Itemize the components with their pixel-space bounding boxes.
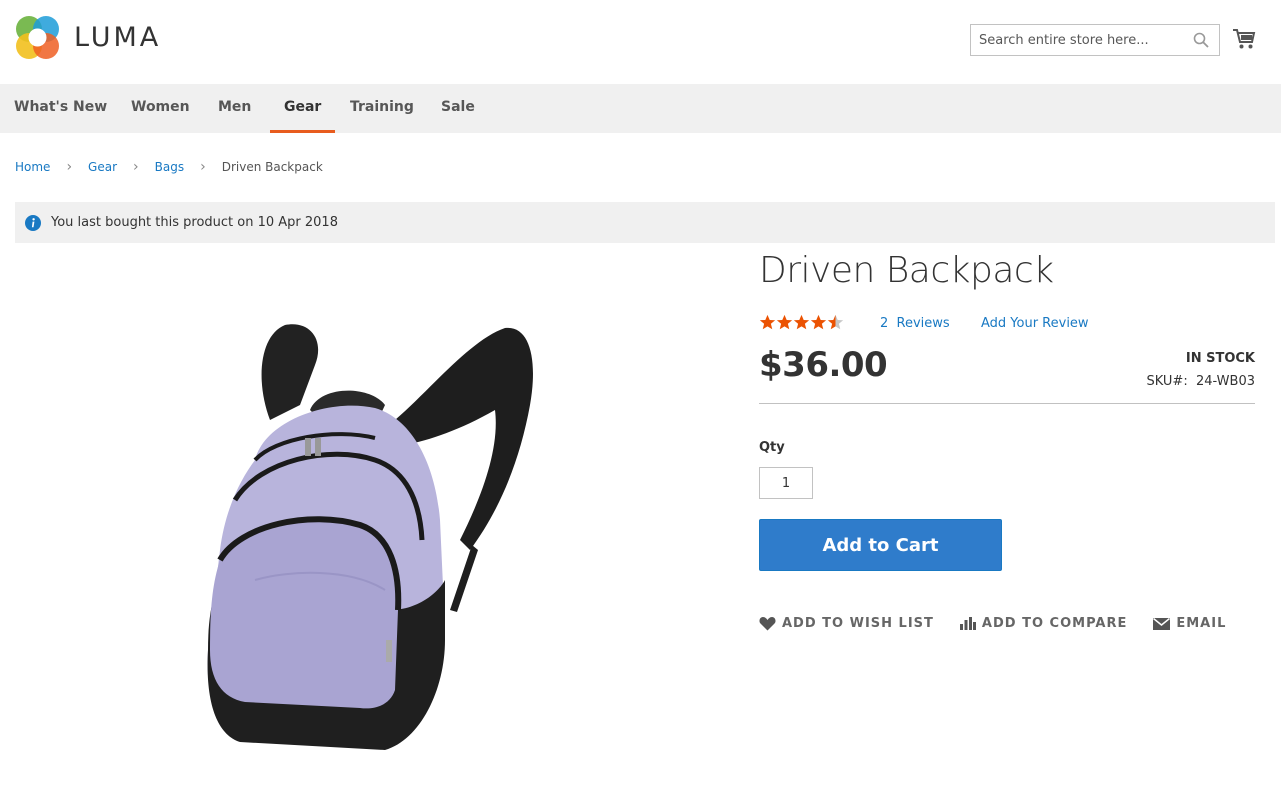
nav-item-whats-new[interactable]: What's New: [0, 84, 121, 133]
luma-logo[interactable]: LUMA: [15, 15, 161, 60]
reviews-link[interactable]: 2 Reviews: [880, 316, 950, 331]
email-link[interactable]: EMAIL: [1153, 616, 1226, 631]
add-to-compare-label: ADD TO COMPARE: [981, 616, 1128, 631]
heart-icon: [759, 617, 776, 631]
search-box: [970, 24, 1220, 56]
nav-item-women[interactable]: Women: [117, 84, 204, 133]
search-icon[interactable]: [1193, 32, 1209, 48]
divider: [759, 403, 1255, 404]
chevron-right-icon: ›: [66, 159, 73, 175]
add-to-wishlist-link[interactable]: ADD TO WISH LIST: [759, 616, 934, 631]
star-icon: [776, 314, 793, 330]
stock-status: IN STOCK: [1185, 351, 1255, 366]
add-to-cart-button[interactable]: Add to Cart: [759, 519, 1002, 571]
chevron-right-icon: ›: [200, 159, 206, 175]
qty-label: Qty: [759, 440, 785, 455]
qty-input[interactable]: [759, 467, 813, 499]
rating-stars: [759, 314, 844, 331]
star-icon: [759, 314, 776, 330]
nav-item-sale[interactable]: Sale: [427, 84, 489, 133]
logo-text: LUMA: [74, 22, 162, 53]
sku-value: 24-WB03: [1195, 374, 1255, 389]
luma-logo-icon: [16, 16, 59, 59]
rating-summary: [759, 314, 844, 331]
breadcrumb: Home › Gear › Bags › Driven Backpack: [15, 159, 323, 175]
add-review-link[interactable]: Add Your Review: [981, 316, 1089, 331]
add-to-compare-link[interactable]: ADD TO COMPARE: [959, 616, 1128, 631]
star-icon: [793, 314, 810, 330]
product-image-backpack[interactable]: [160, 310, 580, 760]
star-half-icon: [827, 314, 844, 330]
product-actions: ADD TO WISH LIST ADD TO COMPARE EMAIL: [759, 616, 1252, 631]
nav-item-men[interactable]: Men: [204, 84, 265, 133]
nav-item-training[interactable]: Training: [336, 84, 428, 133]
product-title: Driven Backpack: [759, 250, 1054, 291]
breadcrumb-home[interactable]: Home: [15, 160, 50, 174]
reviews-count: 2: [880, 316, 889, 331]
info-icon: [25, 214, 41, 231]
compare-chart-icon: [959, 617, 976, 630]
star-icon: [810, 314, 827, 330]
reviews-label: Reviews: [896, 316, 950, 331]
sku-label: SKU#:: [1146, 374, 1188, 389]
chevron-right-icon: ›: [133, 159, 139, 175]
envelope-icon: [1153, 617, 1171, 630]
search-input[interactable]: [971, 25, 1181, 55]
nav-item-gear[interactable]: Gear: [270, 84, 336, 133]
breadcrumb-gear[interactable]: Gear: [88, 160, 117, 174]
sku: SKU#: 24-WB03: [1146, 374, 1255, 389]
main-navigation: What's New Women Men Gear Training Sale: [0, 84, 1281, 133]
info-message-text: You last bought this product on 10 Apr 2…: [51, 215, 338, 230]
email-label: EMAIL: [1176, 616, 1227, 631]
page-header: LUMA: [0, 0, 1281, 84]
cart-icon[interactable]: [1232, 28, 1256, 50]
breadcrumb-bags[interactable]: Bags: [155, 160, 184, 174]
product-price: $36.00: [759, 345, 888, 385]
breadcrumb-current: Driven Backpack: [221, 160, 323, 174]
add-to-wishlist-label: ADD TO WISH LIST: [782, 616, 934, 631]
info-message: You last bought this product on 10 Apr 2…: [15, 202, 1275, 243]
